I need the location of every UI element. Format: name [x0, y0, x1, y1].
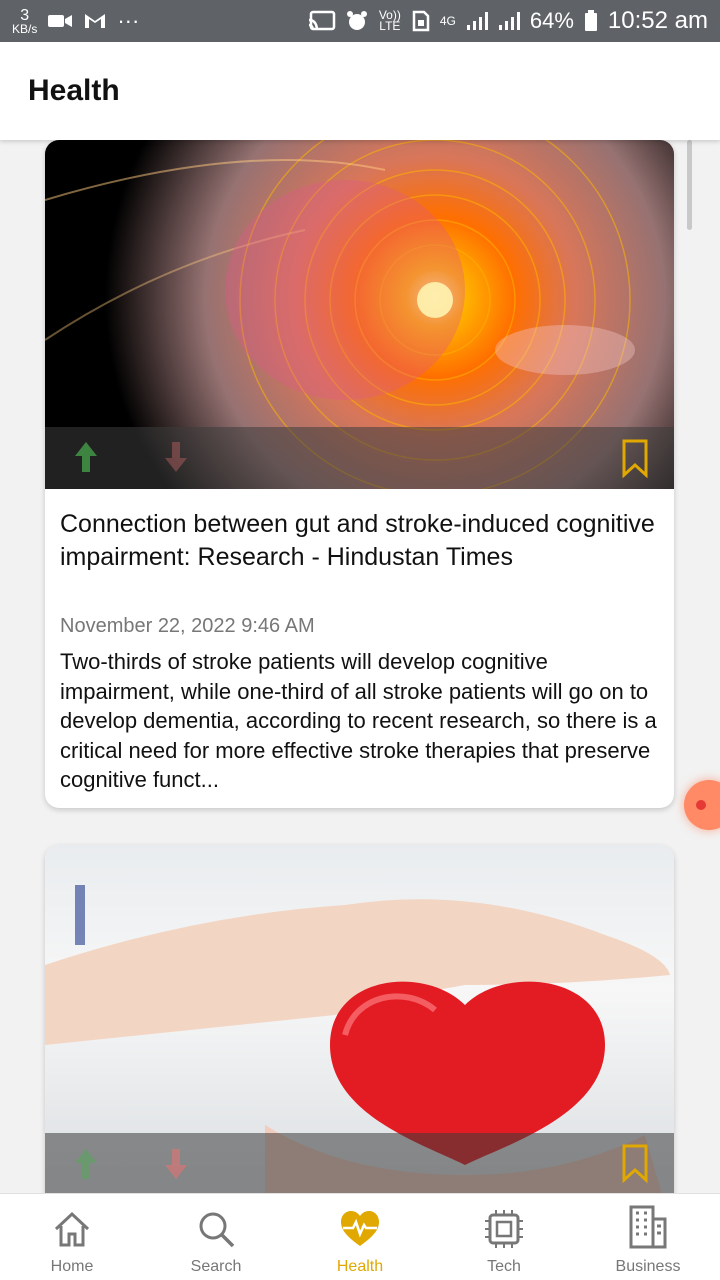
more-notifications: ··· [117, 8, 140, 33]
signal-icon-2 [498, 11, 520, 31]
article-card[interactable] [45, 845, 674, 1195]
status-left: 3 KB/s ··· [12, 7, 140, 36]
alarm-icon [346, 10, 368, 32]
sim-icon [412, 10, 430, 32]
nav-business-label: Business [615, 1258, 681, 1275]
cast-icon [308, 10, 336, 32]
search-icon [196, 1209, 236, 1254]
app-bar: Health [0, 42, 720, 140]
chip-icon [484, 1209, 524, 1254]
scrollbar[interactable] [687, 140, 692, 230]
battery-icon [584, 10, 598, 32]
upvote-icon[interactable] [73, 1147, 99, 1181]
bottom-navigation: Home Search Health Tech Business [0, 1193, 720, 1280]
page-title: Health [28, 74, 120, 107]
net-speed: 3 KB/s [12, 7, 38, 36]
video-camera-icon [47, 12, 73, 30]
status-bar: 3 KB/s ··· Vo)) LTE 4G 64% 10:52 am [0, 0, 720, 42]
article-feed[interactable]: Connection between gut and stroke-induce… [0, 140, 720, 1195]
home-icon [52, 1209, 92, 1254]
nav-tech[interactable]: Tech [432, 1194, 576, 1280]
upvote-icon[interactable] [73, 440, 99, 474]
nav-health-label: Health [336, 1258, 384, 1275]
volte-indicator: Vo)) LTE [378, 8, 401, 33]
net-speed-unit: KB/s [12, 21, 38, 36]
clock: 10:52 am [607, 7, 708, 34]
heartbeat-icon [339, 1209, 381, 1254]
nav-tech-label: Tech [487, 1258, 521, 1275]
article-card[interactable]: Connection between gut and stroke-induce… [45, 140, 674, 808]
article-date: November 22, 2022 9:46 AM [60, 615, 315, 637]
nav-search-label: Search [190, 1258, 242, 1275]
bubble-dot-icon [696, 800, 706, 810]
nav-home-label: Home [50, 1258, 94, 1275]
status-right: Vo)) LTE 4G 64% 10:52 am [308, 7, 708, 35]
image-action-bar [45, 1133, 674, 1195]
downvote-icon[interactable] [163, 440, 189, 474]
gmail-icon [83, 12, 107, 30]
signal-icon-1 [466, 11, 488, 31]
battery-percent: 64% [529, 8, 574, 33]
image-action-bar [45, 427, 674, 489]
downvote-icon[interactable] [163, 1147, 189, 1181]
article-title[interactable]: Connection between gut and stroke-induce… [60, 508, 660, 574]
nav-search[interactable]: Search [144, 1194, 288, 1280]
bookmark-icon[interactable] [621, 1143, 649, 1183]
bookmark-icon[interactable] [621, 438, 649, 478]
nav-business[interactable]: Business [576, 1194, 720, 1280]
building-icon [627, 1205, 669, 1254]
article-description[interactable]: Two-thirds of stroke patients will devel… [60, 647, 665, 795]
nav-home[interactable]: Home [0, 1194, 144, 1280]
nav-health[interactable]: Health [288, 1194, 432, 1280]
network-type: 4G [439, 13, 456, 28]
